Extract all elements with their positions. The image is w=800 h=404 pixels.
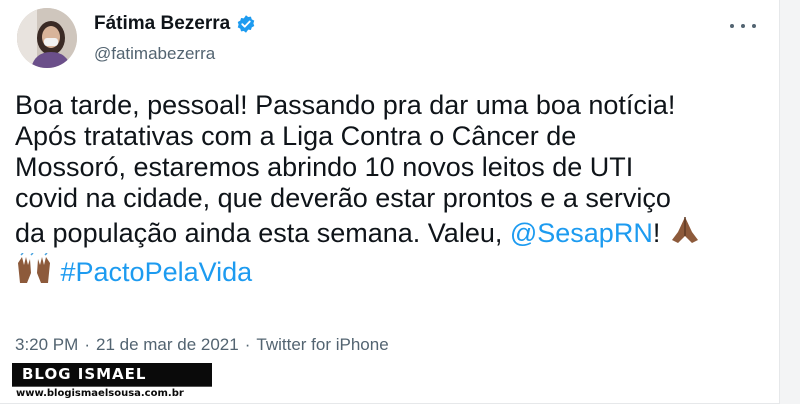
tweet-source[interactable]: Twitter for iPhone: [256, 335, 388, 355]
watermark: BLOG ISMAEL SOUSA www.blogismaelsousa.co…: [12, 363, 212, 402]
tweet-date[interactable]: 21 de mar de 2021: [96, 335, 239, 355]
folded-hands-icon: [668, 214, 702, 253]
tweet-meta: 3:20 PM · 21 de mar de 2021 · Twitter fo…: [15, 335, 389, 355]
watermark-title: BLOG ISMAEL SOUSA: [12, 363, 212, 402]
tweet-text-segment: !: [652, 218, 668, 248]
verified-badge-icon: [237, 15, 255, 33]
tweet-line: Boa tarde, pessoal! Passando pra dar uma…: [15, 90, 785, 121]
meta-separator: ·: [244, 335, 251, 354]
tweet-text-segment: Após tratativas com a Liga Contra o Cânc…: [15, 121, 577, 151]
author-name[interactable]: Fátima Bezerra: [94, 13, 230, 35]
mention-link[interactable]: @SesapRN: [510, 218, 653, 248]
tweet-text: Boa tarde, pessoal! Passando pra dar uma…: [15, 90, 785, 292]
hashtag-link[interactable]: #PactoPelaVida: [61, 257, 253, 287]
raising-hands-icon: [15, 252, 53, 292]
author-handle[interactable]: @fatimabezerra: [94, 44, 215, 64]
page-edge: [779, 0, 800, 404]
tweet-card: Fátima Bezerra @fatimabezerra Boa tarde,…: [0, 0, 780, 404]
tweet-line: #PactoPelaVida: [15, 252, 785, 292]
tweet-line: covid na cidade, que deverão estar pront…: [15, 183, 785, 214]
more-options-icon[interactable]: [730, 16, 756, 36]
tweet-text-segment: Mossoró, estaremos abrindo 10 novos leit…: [15, 152, 634, 182]
tweet-text-segment: da população ainda esta semana. Valeu,: [15, 218, 510, 248]
tweet-line: Após tratativas com a Liga Contra o Cânc…: [15, 121, 785, 152]
tweet-line: Mossoró, estaremos abrindo 10 novos leit…: [15, 152, 785, 183]
tweet-text-segment: Boa tarde, pessoal! Passando pra dar uma…: [15, 90, 676, 120]
tweet-text-segment: [53, 257, 61, 287]
watermark-url: www.blogismaelsousa.com.br: [12, 386, 212, 400]
tweet-line: da população ainda esta semana. Valeu, @…: [15, 214, 785, 253]
avatar-photo: [17, 8, 77, 68]
meta-separator: ·: [84, 335, 90, 354]
tweet-time[interactable]: 3:20 PM: [15, 335, 78, 355]
author-row: Fátima Bezerra: [94, 13, 256, 35]
avatar[interactable]: [17, 8, 77, 68]
tweet-text-segment: covid na cidade, que deverão estar pront…: [15, 183, 671, 213]
